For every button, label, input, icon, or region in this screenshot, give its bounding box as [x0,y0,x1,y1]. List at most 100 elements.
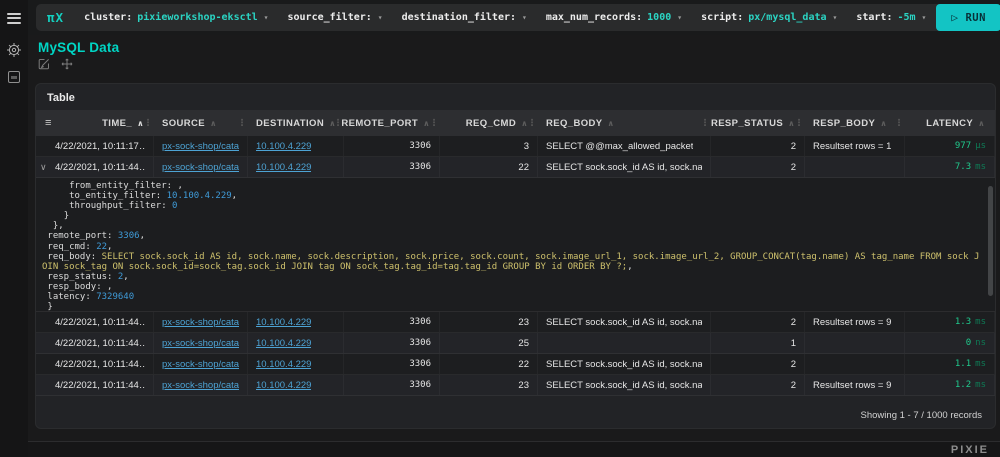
cell-resp-body [805,157,905,177]
column-header[interactable]: RESP_STATUS ∧ ⋮ [711,110,805,136]
column-menu-icon[interactable]: ⋮ [895,118,904,129]
cell-resp-status: 2 [711,157,805,177]
column-label: DESTINATION [256,117,325,129]
cell-req-body: SELECT sock.sock_id AS id, sock.name,… [538,312,711,332]
chevron-down-icon: ▾ [522,13,527,22]
menu-icon[interactable] [7,10,21,26]
cell-remote-port: 3306 [344,136,440,156]
cell-destination: 10.100.4.229 [248,312,344,332]
column-menu-icon[interactable]: ⋮ [795,118,804,129]
source-link[interactable]: px-sock-shop/catalo… [162,359,239,370]
source-link[interactable]: px-sock-shop/catalo… [162,380,239,391]
table-row[interactable]: ∨ 4/22/2021, 10:11:44… px-sock-shop/cata… [36,312,995,333]
column-header[interactable]: REQ_CMD ∧ ⋮ [440,110,538,136]
sort-icon: ∧ [880,118,888,128]
latency-value: 1.2 [954,380,972,390]
move-icon[interactable] [61,58,73,70]
chevron-down-icon[interactable]: ∨ [40,162,55,173]
column-header[interactable]: DESTINATION ∧ ⋮ [248,110,344,136]
title-actions [38,58,73,70]
destination-link[interactable]: 10.100.4.229 [256,380,311,391]
start-time-picker[interactable]: start: -5m ▾ [856,12,926,23]
column-menu-icon[interactable]: ⋮ [238,118,247,129]
sort-icon: ∧ [978,118,985,128]
table-row[interactable]: ∨ 4/22/2021, 10:11:44… px-sock-shop/cata… [36,354,995,375]
time-value: 4/22/2021, 10:11:44… [55,337,145,349]
column-header[interactable]: RESP_BODY ∧ ⋮ [805,110,905,136]
cell-latency: 0 ns [905,333,995,353]
arg-label: max_num_records: [545,12,643,23]
cell-source: px-sock-shop/catalo… [154,354,248,374]
source-link[interactable]: px-sock-shop/catalo… [162,338,239,349]
column-header[interactable]: REQ_BODY ∧ ⋮ [538,110,711,136]
column-label: REQ_CMD [465,117,517,129]
pixie-logo[interactable]: πX [47,10,64,25]
cell-source: px-sock-shop/catalo… [154,157,248,177]
cluster-helm-icon[interactable] [5,41,23,59]
destination-link[interactable]: 10.100.4.229 [256,141,311,152]
arg-label: cluster: [84,12,133,23]
page-title: MySQL Data [38,40,120,55]
table-header: ≡ TIME_ ∧ ⋮ SOURCE ∧ ⋮ DESTINATION ∧ ⋮ R… [36,110,995,136]
cell-source: px-sock-shop/catalo… [154,375,248,395]
chevron-down-icon: ▾ [263,13,269,22]
cell-resp-body [805,354,905,374]
cell-source: px-sock-shop/catalo… [154,136,248,156]
script-arg[interactable]: cluster: pixieworkshop-eksctl ▾ [84,12,268,23]
latency-value: 0 [965,338,972,348]
run-button[interactable]: ▷ RUN [936,4,1000,31]
cell-source: px-sock-shop/catalo… [154,312,248,332]
cell-resp-status: 2 [711,375,805,395]
table-row[interactable]: ∨ 4/22/2021, 10:11:44… px-sock-shop/cata… [36,157,995,178]
source-link[interactable]: px-sock-shop/catalo… [162,162,239,173]
run-label: RUN [965,11,986,24]
table-panel: Table ≡ TIME_ ∧ ⋮ SOURCE ∧ ⋮ DESTINATION… [36,84,995,428]
script-arg[interactable]: source_filter: ▾ [287,12,382,23]
cell-req-body: SELECT sock.sock_id AS id, sock.name,… [538,157,711,177]
latency-unit: ns [975,338,986,348]
source-link[interactable]: px-sock-shop/catalo… [162,141,239,152]
pixie-brand-logo: PIXIE [950,443,989,456]
chevron-down-icon: ▾ [921,13,927,22]
column-menu-icon[interactable]: ⋮ [144,118,153,129]
latency-unit: ms [975,317,986,327]
table-row[interactable]: ∨ 4/22/2021, 10:11:17… px-sock-shop/cata… [36,136,995,157]
sort-icon: ∧ [210,118,217,128]
top-command-bar: πX cluster: pixieworkshop-eksctl ▾ sourc… [28,0,1000,35]
cell-remote-port: 3306 [344,157,440,177]
latency-unit: ms [975,380,986,390]
column-label: TIME_ [102,117,133,129]
column-header[interactable]: LATENCY ∧ [905,110,995,136]
column-menu-icon[interactable]: ⋮ [430,118,439,129]
app-root: πX cluster: pixieworkshop-eksctl ▾ sourc… [0,0,1000,457]
destination-link[interactable]: 10.100.4.229 [256,338,311,349]
scratchpad-icon[interactable] [5,68,23,86]
script-arg[interactable]: destination_filter: ▾ [402,12,527,23]
column-menu-icon[interactable]: ⋮ [701,118,710,129]
cell-time: ∨ 4/22/2021, 10:11:44… [36,312,154,332]
detail-scrollbar[interactable] [988,186,993,296]
column-menu-icon[interactable]: ⋮ [528,118,537,129]
sort-icon: ∧ [607,118,615,128]
column-header[interactable]: REMOTE_PORT ∧ ⋮ [341,110,440,136]
destination-link[interactable]: 10.100.4.229 [256,317,311,328]
destination-link[interactable]: 10.100.4.229 [256,359,311,370]
cell-req-cmd: 22 [440,354,538,374]
table-row[interactable]: ∨ 4/22/2021, 10:11:44… px-sock-shop/cata… [36,333,995,354]
time-value: 4/22/2021, 10:11:44… [55,358,145,370]
table-menu-icon[interactable]: ≡ [45,117,52,129]
table-row[interactable]: ∨ 4/22/2021, 10:11:44… px-sock-shop/cata… [36,375,995,396]
column-header[interactable]: SOURCE ∧ ⋮ [154,110,248,136]
script-arg[interactable]: script: px/mysql_data ▾ [701,12,837,23]
cell-latency: 1.1 ms [905,354,995,374]
column-label: LATENCY [926,117,974,129]
destination-link[interactable]: 10.100.4.229 [256,162,311,173]
latency-value: 7.3 [954,162,972,172]
source-link[interactable]: px-sock-shop/catalo… [162,317,239,328]
arg-value: pixieworkshop-eksctl [137,12,258,23]
latency-value: 1.3 [954,317,972,327]
column-header[interactable]: ≡ TIME_ ∧ ⋮ [36,110,154,136]
cell-latency: 1.3 ms [905,312,995,332]
script-arg[interactable]: max_num_records: 1000 ▾ [546,12,682,23]
edit-icon[interactable] [38,58,50,70]
